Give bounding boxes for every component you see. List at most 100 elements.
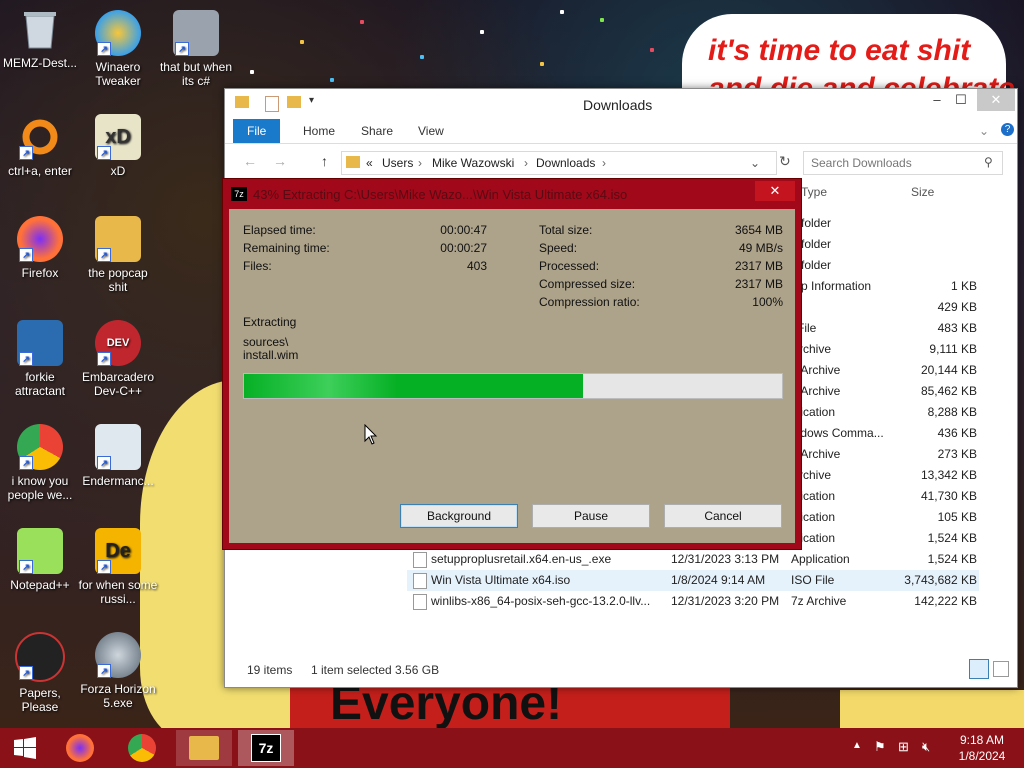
desktop-icon-memz[interactable]: MEMZ-Dest...	[0, 6, 80, 70]
large-icons-view-icon[interactable]	[993, 661, 1009, 677]
up-arrow-icon[interactable]: ↑	[321, 153, 328, 169]
file-date: 12/31/2023 3:13 PM	[671, 552, 780, 566]
desktop-icon-notepadpp[interactable]: ↗ Notepad++	[0, 528, 80, 592]
desktop-icon-that-but-when[interactable]: ↗ that but when its c#	[156, 10, 236, 88]
column-header-type[interactable]: Type	[801, 185, 827, 199]
ribbon-expand-icon[interactable]: ⌄	[979, 124, 989, 138]
pause-button[interactable]: Pause	[532, 504, 650, 528]
file-size: 429 KB	[937, 300, 977, 314]
desktop-icon-label: Embarcadero Dev-C++	[81, 370, 155, 398]
tab-file[interactable]: File	[233, 119, 281, 143]
taskbar-firefox[interactable]	[52, 730, 108, 766]
desktop-icon-xd[interactable]: xD ↗ xD	[78, 114, 158, 178]
taskbar: 7z ▲ ⚑ ⊞ 🔇︎ 9:18 AM 1/8/2024	[0, 728, 1024, 768]
remaining-time-value: 00:00:27	[440, 241, 487, 255]
desktop-icon-i-know-you[interactable]: ↗ i know you people we...	[0, 424, 80, 502]
breadcrumb-downloads[interactable]: Downloads	[536, 156, 595, 170]
progress-fill	[244, 374, 583, 398]
qat-dropdown-icon[interactable]: ▾	[309, 95, 314, 106]
close-button[interactable]: ✕	[755, 181, 795, 201]
desktop-icon-popcap[interactable]: ↗ the popcap shit	[78, 216, 158, 294]
desktop-icon-label: Firefox	[21, 266, 59, 280]
desktop-icon-label: the popcap shit	[88, 266, 148, 294]
stat-label: Compression ratio:	[539, 295, 640, 309]
desktop-icon-label: Papers, Please	[19, 686, 61, 714]
tab-view[interactable]: View	[404, 119, 458, 143]
dialog-body: Elapsed time: 00:00:47 Remaining time: 0…	[229, 209, 795, 543]
total-size-value: 3654 MB	[734, 223, 783, 237]
desktop-icon-winaero-tweaker[interactable]: ↗ Winaero Tweaker	[78, 10, 158, 88]
details-view-icon[interactable]	[969, 659, 989, 679]
file-size: 1 KB	[950, 279, 977, 293]
desktop-icon-for-when[interactable]: De ↗ for when some russi...	[78, 528, 158, 606]
show-hidden-icons[interactable]: ▲	[852, 740, 862, 768]
desktop-icon-forza[interactable]: ↗ Forza Horizon 5.exe	[78, 632, 158, 710]
desktop-icon-label: Notepad++	[10, 578, 70, 592]
close-button[interactable]: ✕	[977, 89, 1015, 111]
file-name: Win Vista Ultimate x64.iso	[431, 573, 571, 587]
start-button[interactable]	[0, 730, 50, 766]
action-center-flag-icon[interactable]: ⚑	[874, 739, 886, 768]
desktop-icon-label: Endermanc...	[82, 474, 154, 488]
file-row[interactable]: Win Vista Ultimate x64.iso 1/8/2024 9:14 …	[407, 570, 979, 591]
operation-label: Extracting	[243, 315, 297, 329]
search-input[interactable]: Search Downloads ⚲	[803, 151, 1003, 175]
file-size: 436 KB	[937, 426, 977, 440]
taskbar-7zip[interactable]: 7z	[238, 730, 294, 766]
network-icon[interactable]: ⊞	[898, 739, 909, 768]
file-explorer-icon	[189, 736, 219, 760]
wallpaper-yellow-shape-right	[840, 690, 1024, 728]
desktop-icon-firefox[interactable]: ↗ Firefox	[0, 216, 80, 280]
wallpaper-text-line-2: and die and celebrate	[708, 72, 1015, 88]
properties-icon[interactable]	[265, 96, 279, 112]
background-button[interactable]: Background	[400, 504, 518, 528]
breadcrumb-user[interactable]: Mike Wazowski	[432, 156, 514, 170]
compressed-size-value: 2317 MB	[734, 277, 783, 291]
winaero-tweaker-icon: ↗	[95, 10, 141, 56]
7zip-icon: 7z	[251, 734, 281, 762]
refresh-icon[interactable]: ↻	[779, 153, 791, 170]
file-row[interactable]: winlibs-x86_64-posix-seh-gcc-13.2.0-llv.…	[407, 591, 979, 612]
file-size: 9,111 KB	[929, 342, 977, 356]
stat-label: Remaining time:	[243, 241, 330, 255]
address-dropdown-icon[interactable]: ⌄	[750, 156, 760, 170]
papers-please-icon: ↗	[15, 632, 65, 682]
forward-arrow-icon[interactable]: →	[273, 153, 287, 169]
desktop-icon-label: xD	[110, 164, 126, 178]
status-selection: 1 item selected 3.56 GB	[311, 663, 440, 677]
folder-icon	[235, 96, 249, 108]
volume-muted-icon[interactable]: 🔇︎	[922, 739, 930, 768]
devcpp-icon: DEV ↗	[95, 320, 141, 366]
stat-label: Processed:	[539, 259, 600, 273]
file-row[interactable]: setupproplusretail.x64.en-us_.exe 12/31/2…	[407, 549, 979, 570]
tab-share[interactable]: Share	[347, 119, 407, 143]
file-type: ISO File	[791, 573, 835, 587]
file-type: indows Comma...	[791, 426, 884, 440]
taskbar-chrome[interactable]	[114, 730, 170, 766]
current-file-path: sources\	[243, 335, 289, 349]
column-header-size[interactable]: Size	[911, 185, 934, 199]
explorer-titlebar[interactable]: ▾ Downloads – ☐ ✕	[225, 89, 1017, 119]
file-icon	[413, 552, 427, 568]
desktop-icon-endermanch[interactable]: ↗ Endermanc...	[78, 424, 158, 488]
desktop-icon-label: ctrl+a, enter	[8, 164, 72, 178]
maximize-button[interactable]: ☐	[945, 89, 977, 111]
desktop-icon-ctrl-a-enter[interactable]: ↗ ctrl+a, enter	[0, 114, 80, 178]
cancel-button[interactable]: Cancel	[664, 504, 782, 528]
desktop-icon-papers-please[interactable]: ↗ Papers, Please	[0, 632, 80, 714]
file-date: 12/31/2023 3:20 PM	[671, 594, 780, 608]
tab-home[interactable]: Home	[289, 119, 349, 143]
desktop-icon-forkie[interactable]: ↗ forkie attractant	[0, 320, 80, 398]
desktop-icon-devcpp[interactable]: DEV ↗ Embarcadero Dev-C++	[78, 320, 158, 398]
clock-date: 1/8/2024	[958, 749, 1006, 763]
taskbar-clock[interactable]: 9:18 AM 1/8/2024	[940, 732, 1024, 764]
taskbar-file-explorer[interactable]	[176, 730, 232, 766]
status-item-count: 19 items	[247, 663, 293, 677]
new-folder-icon[interactable]	[287, 96, 301, 108]
file-size: 273 KB	[937, 447, 977, 461]
help-icon[interactable]: ?	[1001, 123, 1014, 136]
7zip-icon: 7z	[231, 187, 247, 201]
address-bar[interactable]: « Users › Mike Wazowski › Downloads › ⌄	[341, 151, 777, 175]
back-arrow-icon[interactable]: ←	[243, 153, 257, 169]
breadcrumb-users[interactable]: Users	[382, 156, 413, 170]
